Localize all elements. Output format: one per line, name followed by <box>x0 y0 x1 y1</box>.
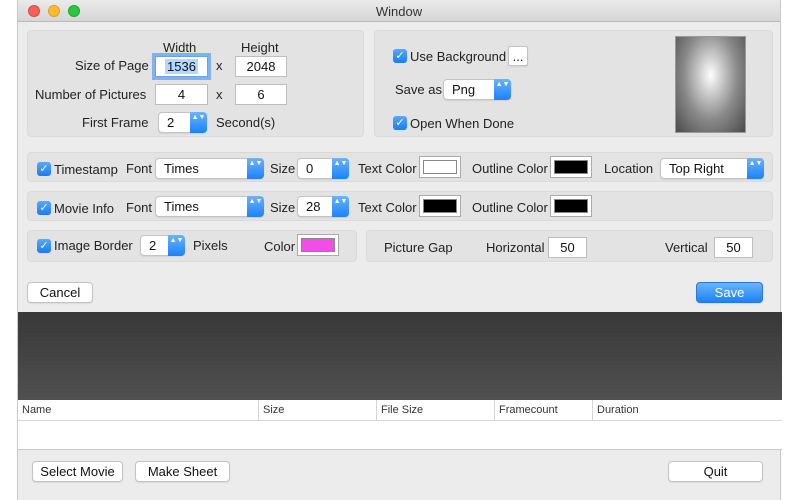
border-color-label: Color <box>264 239 296 254</box>
first-frame-stepper[interactable]: 2 ▲▼ <box>158 112 207 133</box>
timestamp-size-select[interactable]: 0 ▲▼ <box>297 158 349 179</box>
browse-background-button[interactable]: ... <box>508 46 528 66</box>
stepper-arrows-icon[interactable]: ▲▼ <box>190 112 207 133</box>
size-of-page-label: Size of Page <box>75 58 149 73</box>
popup-arrows-icon[interactable]: ▲▼ <box>494 79 511 100</box>
movie-info-label: Movie Info <box>54 201 114 216</box>
popup-arrows-icon[interactable]: ▲▼ <box>332 196 349 217</box>
open-when-done-checkbox[interactable]: ✓ <box>393 116 407 130</box>
popup-arrows-icon[interactable]: ▲▼ <box>247 158 264 179</box>
movie-info-font-label: Font <box>126 200 153 215</box>
column-header-file-size[interactable]: File Size <box>377 400 495 421</box>
image-border-unit: Pixels <box>193 238 228 253</box>
movie-info-font-value: Times <box>164 199 199 214</box>
image-border-value: 2 <box>149 238 157 253</box>
image-border-stepper[interactable]: 2 ▲▼ <box>140 235 185 256</box>
title-bar: Window <box>18 0 780 22</box>
movie-table[interactable]: Name Size File Size Framecount Duration <box>18 400 782 450</box>
movie-info-size-value: 28 <box>306 199 321 214</box>
number-of-pictures-label: Number of Pictures <box>35 87 147 102</box>
border-color-well[interactable] <box>297 234 339 256</box>
column-header-framecount[interactable]: Framecount <box>495 400 593 421</box>
timestamp-font-value: Times <box>164 161 199 176</box>
timestamp-text-color-label: Text Color <box>358 161 417 176</box>
horizontal-gap-label: Horizontal <box>486 240 545 255</box>
timestamp-font-label: Font <box>126 161 153 176</box>
use-background-label: Use Background <box>410 49 507 64</box>
movie-info-font-select[interactable]: Times ▲▼ <box>155 196 264 217</box>
background-preview-image <box>675 36 746 133</box>
use-background-checkbox[interactable]: ✓ <box>393 49 407 63</box>
first-frame-value: 2 <box>167 115 175 130</box>
table-header: Name Size File Size Framecount Duration <box>18 400 782 421</box>
quit-button[interactable]: Quit <box>668 461 763 482</box>
stepper-arrows-icon[interactable]: ▲▼ <box>168 235 185 256</box>
timestamp-size-value: 0 <box>306 161 314 176</box>
times-sign: x <box>216 87 223 102</box>
picture-gap-label: Picture Gap <box>384 240 453 255</box>
movie-info-row: ✓ Movie Info Font Times ▲▼ Size 28 ▲▼ Te… <box>27 191 773 221</box>
column-header-name[interactable]: Name <box>18 400 259 421</box>
pictures-columns-field[interactable]: 4 <box>155 84 208 105</box>
location-select[interactable]: Top Right ▲▼ <box>660 158 764 179</box>
location-label: Location <box>604 161 654 176</box>
preview-area <box>18 312 782 400</box>
timestamp-size-label: Size <box>270 161 296 176</box>
page-width-field[interactable]: 1536 <box>155 56 208 77</box>
save-as-select[interactable]: Png ▲▼ <box>443 79 511 100</box>
column-header-duration[interactable]: Duration <box>593 400 782 421</box>
border-color-fill <box>301 238 335 252</box>
popup-arrows-icon[interactable]: ▲▼ <box>747 158 764 179</box>
first-frame-label: First Frame <box>82 115 149 130</box>
open-when-done-label: Open When Done <box>410 116 515 131</box>
page-settings-panel: Width Height Size of Page 1536 x 2048 Nu… <box>27 30 364 137</box>
timestamp-outline-color-fill <box>554 160 588 174</box>
movie-info-text-color-fill <box>423 199 457 213</box>
select-movie-button[interactable]: Select Movie <box>32 461 123 482</box>
app-window: Window Width Height Size of Page 1536 x … <box>17 0 782 500</box>
movie-info-text-color-label: Text Color <box>358 200 417 215</box>
movie-info-size-label: Size <box>270 200 296 215</box>
movie-info-text-color-well[interactable] <box>419 195 461 217</box>
popup-arrows-icon[interactable]: ▲▼ <box>247 196 264 217</box>
timestamp-label: Timestamp <box>54 162 118 177</box>
column-header-size[interactable]: Size <box>259 400 377 421</box>
save-as-label: Save as <box>395 82 442 97</box>
window-title: Window <box>375 4 423 19</box>
movie-info-size-select[interactable]: 28 ▲▼ <box>297 196 349 217</box>
timestamp-font-select[interactable]: Times ▲▼ <box>155 158 264 179</box>
horizontal-gap-field[interactable]: 50 <box>548 237 587 258</box>
pictures-rows-field[interactable]: 6 <box>235 84 287 105</box>
cancel-button[interactable]: Cancel <box>27 282 93 303</box>
movie-info-outline-color-label: Outline Color <box>472 200 548 215</box>
width-header: Width <box>163 40 197 55</box>
timestamp-outline-color-well[interactable] <box>550 156 592 178</box>
times-sign: x <box>216 58 223 73</box>
image-border-checkbox[interactable]: ✓ <box>37 239 51 253</box>
image-border-panel: ✓ Image Border 2 ▲▼ Pixels Color <box>27 230 357 262</box>
movie-info-outline-color-well[interactable] <box>550 195 592 217</box>
image-border-label: Image Border <box>54 238 133 253</box>
first-frame-unit: Second(s) <box>216 115 276 130</box>
save-as-value: Png <box>452 82 476 97</box>
vertical-gap-label: Vertical <box>665 240 708 255</box>
location-value: Top Right <box>669 161 724 176</box>
popup-arrows-icon[interactable]: ▲▼ <box>332 158 349 179</box>
movie-info-outline-color-fill <box>554 199 588 213</box>
timestamp-checkbox[interactable]: ✓ <box>37 162 51 176</box>
vertical-gap-field[interactable]: 50 <box>714 237 753 258</box>
make-sheet-button[interactable]: Make Sheet <box>135 461 230 482</box>
height-header: Height <box>241 40 279 55</box>
save-button[interactable]: Save <box>696 282 763 303</box>
movie-info-checkbox[interactable]: ✓ <box>37 201 51 215</box>
timestamp-text-color-well[interactable] <box>419 156 461 178</box>
page-width-value: 1536 <box>165 59 198 74</box>
timestamp-text-color-fill <box>423 160 457 174</box>
page-height-field[interactable]: 2048 <box>235 56 287 77</box>
timestamp-outline-color-label: Outline Color <box>472 161 548 176</box>
timestamp-row: ✓ Timestamp Font Times ▲▼ Size 0 ▲▼ Text… <box>27 152 773 182</box>
picture-gap-panel: Picture Gap Horizontal 50 Vertical 50 <box>366 230 773 262</box>
